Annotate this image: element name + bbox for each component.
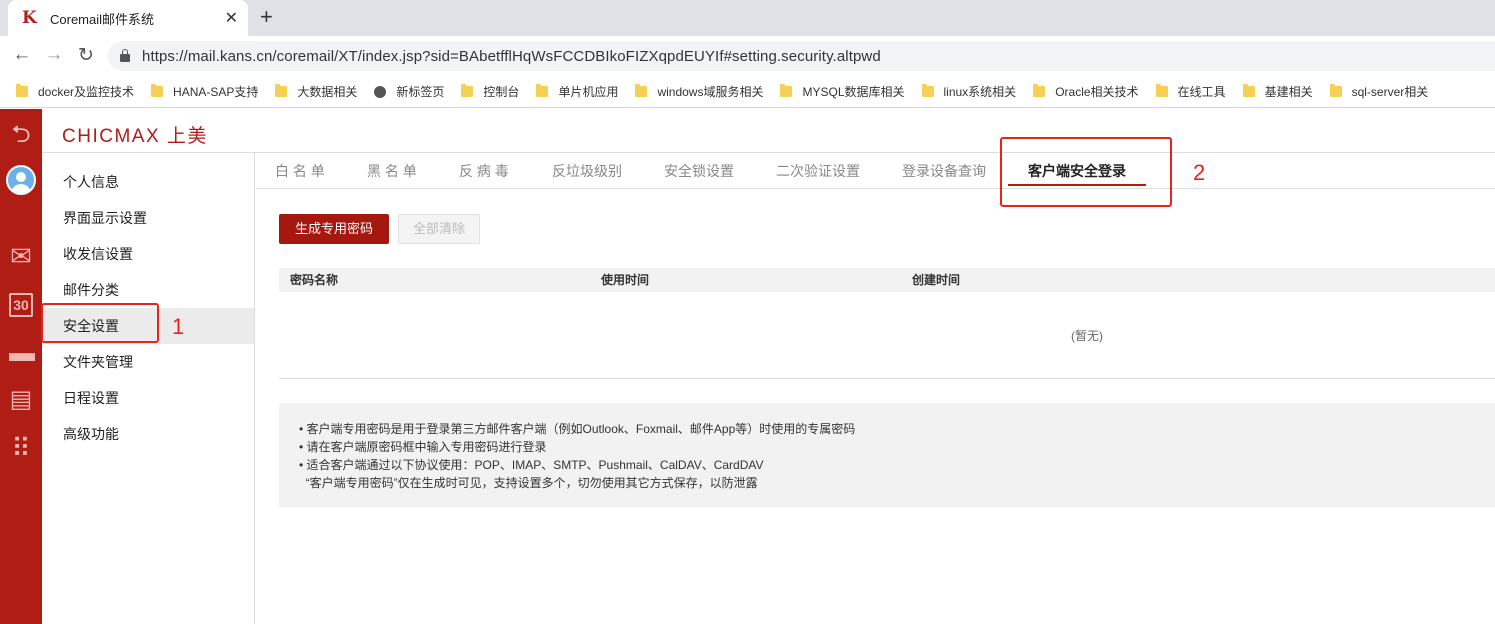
browser-tab-title: Coremail邮件系统: [50, 11, 155, 27]
bookmark-label: Oracle相关技术: [1055, 85, 1139, 99]
annotation-box-2: [1000, 137, 1172, 207]
security-tab[interactable]: 二次验证设置: [776, 153, 860, 189]
bookmark-label: 基建相关: [1264, 85, 1313, 99]
url-field[interactable]: https://mail.kans.cn/coremail/XT/index.j…: [108, 41, 1495, 71]
chicmax-logo: CHICMAX 上美: [62, 126, 208, 147]
bookmark-label: 单片机应用: [558, 85, 619, 99]
bookmark-item[interactable]: 单片机应用: [536, 83, 618, 100]
bookmark-item[interactable]: 在线工具: [1155, 83, 1226, 100]
avatar[interactable]: [6, 165, 36, 195]
folder-icon: [1329, 84, 1342, 97]
bookmark-label: 大数据相关: [297, 85, 358, 99]
clear-all-button[interactable]: 全部清除: [398, 214, 480, 244]
apps-grid-icon[interactable]: ⠿: [9, 433, 33, 464]
folder-icon: [1155, 84, 1168, 97]
bookmark-label: HANA-SAP支持: [173, 85, 259, 99]
sidebar-item[interactable]: 收发信设置: [42, 236, 254, 272]
folder-icon: [921, 84, 934, 97]
bookmark-label: 在线工具: [1177, 85, 1226, 99]
bookmark-item[interactable]: MYSQL数据库相关: [780, 83, 905, 100]
close-tab-icon[interactable]: ✕: [225, 8, 238, 28]
bookmark-item[interactable]: 新标签页: [374, 83, 444, 100]
folder-icon: [275, 84, 288, 97]
bookmark-item[interactable]: HANA-SAP支持: [151, 83, 258, 100]
calendar-icon[interactable]: 30: [9, 293, 33, 317]
password-table-header: 密码名称 使用时间 创建时间: [279, 268, 1495, 292]
bookmark-item[interactable]: 控制台: [461, 83, 519, 100]
folder-icon: [536, 84, 549, 97]
bookmark-label: linux系统相关: [943, 85, 1017, 99]
security-tab[interactable]: 白 名 单: [275, 153, 325, 189]
browser-tab[interactable]: K Coremail邮件系统 ✕: [8, 0, 248, 36]
table-divider: [279, 378, 1495, 379]
sidebar-item[interactable]: 高级功能: [42, 416, 254, 452]
folder-icon[interactable]: ▬: [9, 337, 35, 368]
forward-arrow-icon[interactable]: →: [42, 44, 66, 66]
bookmarks-bar: docker及监控技术 HANA-SAP支持 大数据相关 新标签页 控制台 单片机应用 wi…: [0, 76, 1495, 108]
app-left-bar: ⮌ ✉ 30 ▬ ▤ ⠿: [0, 109, 42, 624]
sidebar-item[interactable]: 日程设置: [42, 380, 254, 416]
folder-icon: [1033, 84, 1046, 97]
security-tab[interactable]: 反 病 毒: [459, 153, 509, 189]
security-tab[interactable]: 反垃圾级别: [552, 153, 622, 189]
note-line: • 请在客户端原密码框中输入专用密码进行登录: [299, 440, 547, 454]
app-header: CHICMAX 上美: [42, 109, 1495, 153]
folder-icon: [16, 84, 28, 97]
note-line: “客户端专用密码”仅在生成时可见，支持设置多个，切勿使用其它方式保存，以防泄露: [299, 476, 758, 490]
sidebar-item[interactable]: 文件夹管理: [42, 344, 254, 380]
bookmark-item[interactable]: 大数据相关: [275, 83, 357, 100]
globe-icon: [374, 85, 387, 98]
table-empty-text: (暂无): [1071, 329, 1103, 343]
bookmark-label: MYSQL数据库相关: [802, 85, 905, 99]
bookmark-item[interactable]: docker及监控技术: [16, 83, 134, 100]
lock-icon: [120, 49, 130, 62]
annotation-box-1: [41, 303, 159, 343]
column-usage-time: 使用时间: [601, 273, 650, 287]
column-password-name: 密码名称: [290, 273, 339, 287]
reload-icon[interactable]: ↻: [74, 44, 98, 67]
coremail-favicon-icon: K: [22, 8, 37, 28]
folder-icon: [151, 84, 164, 97]
generate-password-button[interactable]: 生成专用密码: [279, 214, 389, 244]
sidebar-item[interactable]: 界面显示设置: [42, 200, 254, 236]
url-text: https://mail.kans.cn/coremail/XT/index.j…: [142, 47, 881, 65]
sidebar-item[interactable]: 个人信息: [42, 164, 254, 200]
browser-tab-strip: K Coremail邮件系统 ✕ +: [0, 0, 1495, 36]
note-line: • 适合客户端通过以下协议使用：POP、IMAP、SMTP、Pushmail、C…: [299, 458, 764, 472]
bookmark-label: docker及监控技术: [38, 85, 135, 99]
folder-icon: [780, 84, 793, 97]
settings-sidebar: 个人信息 界面显示设置 收发信设置 邮件分类 安全设置 文件夹管理 日程设置 高级功能: [42, 153, 255, 624]
annotation-number-2: 2: [1193, 160, 1206, 185]
bookmark-item[interactable]: windows域服务相关: [635, 83, 763, 100]
folder-icon: [461, 84, 474, 97]
column-created-time: 创建时间: [912, 273, 961, 287]
bookmark-item[interactable]: sql-server相关: [1329, 83, 1429, 100]
note-line: • 客户端专用密码是用于登录第三方邮件客户端（例如Outlook、Foxmail…: [299, 422, 856, 436]
folder-icon: [635, 84, 648, 97]
security-tab[interactable]: 登录设备查询: [902, 153, 986, 189]
bookmark-item[interactable]: linux系统相关: [921, 83, 1017, 100]
notes-panel: • 客户端专用密码是用于登录第三方邮件客户端（例如Outlook、Foxmail…: [279, 403, 1495, 507]
bookmark-label: 控制台: [483, 85, 520, 99]
bookmark-item[interactable]: 基建相关: [1242, 83, 1313, 100]
annotation-number-1: 1: [172, 314, 185, 339]
bookmark-label: windows域服务相关: [657, 85, 764, 99]
bookmark-label: sql-server相关: [1351, 85, 1429, 99]
bookmark-label: 新标签页: [396, 85, 445, 99]
security-tabs: 白 名 单黑 名 单反 病 毒反垃圾级别 安全锁设置 二次验证设置 登录设备查询 客户端…: [256, 153, 1495, 189]
new-tab-icon[interactable]: +: [260, 4, 273, 30]
security-tab[interactable]: 黑 名 单: [367, 153, 417, 189]
contacts-icon[interactable]: ▤: [9, 385, 33, 414]
address-bar-row: ← → ↻ https://mail.kans.cn/coremail/XT/i…: [0, 36, 1495, 76]
back-arrow-icon[interactable]: ←: [10, 44, 34, 66]
bookmark-item[interactable]: Oracle相关技术: [1033, 83, 1139, 100]
back-icon[interactable]: ⮌: [9, 117, 33, 158]
mail-icon[interactable]: ✉: [9, 241, 33, 272]
folder-icon: [1242, 84, 1255, 97]
security-tab[interactable]: 安全锁设置: [664, 153, 734, 189]
